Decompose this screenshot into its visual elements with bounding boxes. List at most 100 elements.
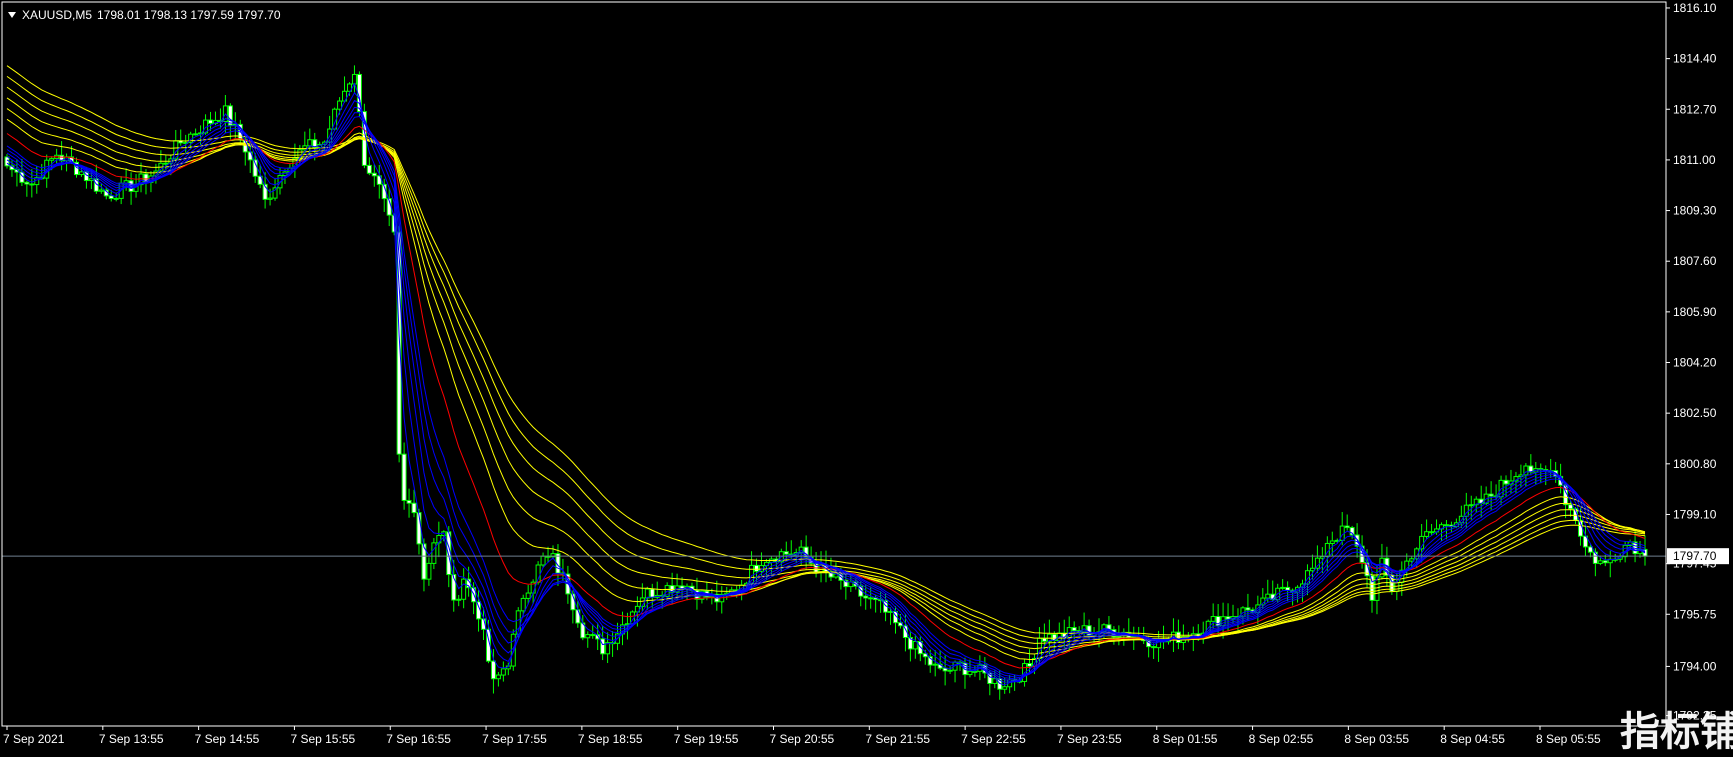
- y-tick-label: 1794.00: [1673, 659, 1717, 673]
- y-tick-label: 1807.60: [1673, 254, 1717, 268]
- candle-body: [227, 105, 233, 126]
- y-tick-label: 1804.20: [1673, 356, 1717, 370]
- candle-body: [1468, 504, 1474, 507]
- candle-body: [540, 555, 546, 566]
- candle-body: [113, 197, 119, 200]
- x-tick-label: 8 Sep 04:55: [1440, 732, 1505, 746]
- candle-body: [1265, 593, 1271, 599]
- candle-body: [585, 634, 591, 639]
- candle-body: [1041, 637, 1047, 642]
- candle-body: [302, 145, 308, 151]
- candle-body: [520, 597, 526, 612]
- candle-body: [98, 189, 104, 192]
- candle-body: [500, 668, 506, 676]
- y-tick-label: 1814.40: [1673, 52, 1717, 66]
- candle-body: [24, 181, 30, 185]
- x-tick-label: 8 Sep 05:55: [1536, 732, 1601, 746]
- candle-body: [351, 73, 357, 85]
- x-tick-label: 7 Sep 20:55: [770, 732, 835, 746]
- candle-body: [1344, 525, 1350, 529]
- candle-body: [401, 453, 407, 501]
- candle-body: [649, 588, 655, 598]
- candle-body: [1210, 615, 1216, 622]
- candle-body: [29, 183, 35, 186]
- candle-body: [1443, 524, 1449, 527]
- y-tick-label: 1800.80: [1673, 457, 1717, 471]
- candle-body: [411, 502, 417, 514]
- candle-body: [1587, 546, 1593, 553]
- x-tick-label: 7 Sep 14:55: [195, 732, 260, 746]
- candle-body: [972, 670, 978, 673]
- y-tick-label: 1811.00: [1673, 153, 1716, 167]
- current-price-label: 1797.70: [1673, 549, 1717, 563]
- candle-body: [644, 588, 650, 599]
- x-tick-label: 7 Sep 16:55: [386, 732, 451, 746]
- y-tick-label: 1805.90: [1673, 305, 1717, 319]
- candle-body: [78, 171, 84, 176]
- x-tick-label: 7 Sep 17:55: [482, 732, 547, 746]
- y-tick-label: 1795.75: [1673, 607, 1717, 621]
- x-tick-label: 7 Sep 19:55: [674, 732, 739, 746]
- candle-body: [366, 164, 372, 174]
- candle-body: [932, 663, 938, 666]
- candle-body: [1597, 560, 1603, 564]
- chart-background: [0, 0, 1733, 752]
- candle-body: [947, 669, 953, 672]
- candle-body: [754, 564, 760, 572]
- candle-body: [1329, 540, 1335, 544]
- candle-body: [868, 597, 874, 600]
- x-tick-label: 7 Sep 2021: [3, 732, 65, 746]
- ohlc-label: 1798.01 1798.13 1797.59 1797.70: [97, 8, 281, 22]
- x-tick-label: 8 Sep 02:55: [1249, 732, 1314, 746]
- candle-body: [371, 172, 377, 177]
- x-tick-label: 8 Sep 01:55: [1153, 732, 1218, 746]
- candle-body: [1429, 531, 1435, 534]
- y-tick-label: 1812.70: [1673, 102, 1717, 116]
- candle-body: [1071, 627, 1077, 632]
- candle-body: [575, 609, 581, 624]
- candle-body: [307, 139, 313, 147]
- candle-body: [108, 195, 114, 199]
- candle-body: [163, 162, 169, 165]
- candle-body: [1151, 646, 1157, 649]
- y-tick-label: 1816.10: [1673, 1, 1717, 15]
- candle-body: [1225, 616, 1231, 620]
- candle-body: [967, 670, 973, 676]
- candle-body: [888, 610, 894, 613]
- candle-body: [406, 499, 412, 504]
- candle-body: [1285, 586, 1291, 591]
- x-tick-label: 7 Sep 18:55: [578, 732, 643, 746]
- x-tick-label: 7 Sep 23:55: [1057, 732, 1122, 746]
- candle-body: [525, 592, 531, 599]
- candle-body: [1280, 586, 1286, 589]
- watermark-logo: 指标铺: [1620, 710, 1733, 752]
- candle-body: [1027, 663, 1033, 667]
- candle-body: [783, 551, 789, 555]
- y-tick-label: 1809.30: [1673, 204, 1717, 218]
- candle-body: [1602, 560, 1608, 564]
- x-tick-label: 7 Sep 15:55: [290, 732, 355, 746]
- candle-body: [1245, 607, 1251, 611]
- candle-body: [1568, 504, 1574, 510]
- candle-body: [1394, 581, 1400, 592]
- candle-body: [461, 578, 467, 600]
- candle-body: [456, 598, 462, 601]
- candle-body: [590, 634, 596, 637]
- chart-canvas[interactable]: 1816.10 1814.40 1812.70 1811.00 1809.30 1807.…: [0, 0, 1733, 754]
- candle-body: [1503, 479, 1509, 485]
- candle-body: [208, 119, 214, 124]
- candle-body: [1002, 686, 1008, 690]
- candle-body: [1314, 557, 1320, 569]
- candle-body: [1488, 493, 1494, 497]
- x-tick-label: 8 Sep 03:55: [1344, 732, 1409, 746]
- price-chart[interactable]: 1816.10 1814.40 1812.70 1811.00 1809.30 1807.…: [0, 0, 1733, 754]
- candle-body: [1424, 531, 1430, 537]
- candle-body: [431, 542, 437, 564]
- candle-body: [193, 133, 199, 136]
- candle-body: [426, 562, 432, 580]
- candle-body: [267, 197, 273, 200]
- candle-body: [490, 660, 496, 680]
- candle-body: [863, 595, 869, 599]
- y-tick-label: 1799.10: [1673, 507, 1717, 521]
- x-tick-label: 7 Sep 21:55: [865, 732, 930, 746]
